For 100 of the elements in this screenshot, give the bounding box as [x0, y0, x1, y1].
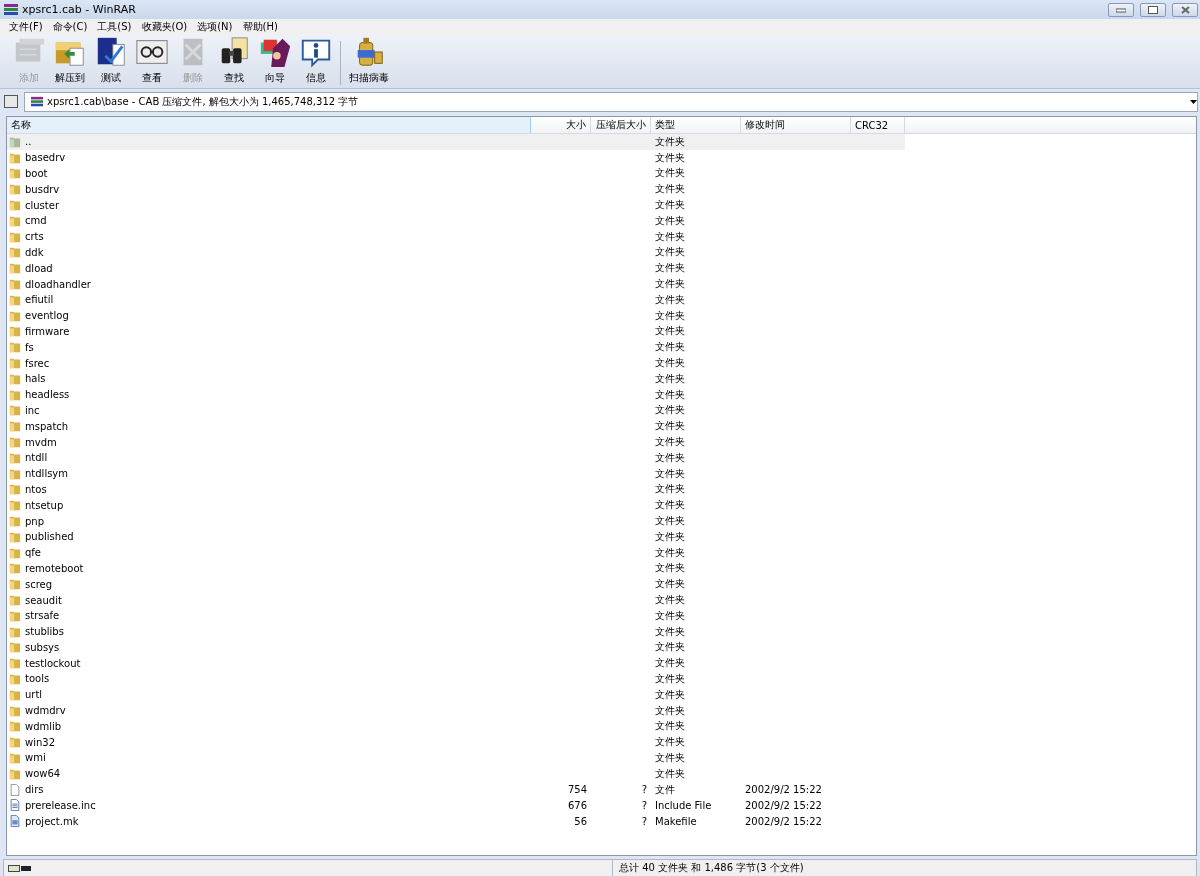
folder-icon: [9, 230, 21, 243]
size-cell: 676: [567, 799, 587, 811]
file-name[interactable]: eventlog: [7, 307, 531, 324]
toolbar-button[interactable]: 测试: [90, 35, 131, 85]
file-name[interactable]: remoteboot: [7, 560, 531, 577]
column-header[interactable]: 压缩后大小: [591, 117, 651, 133]
type-cell: 文件夹: [655, 182, 685, 197]
file-name[interactable]: firmware: [7, 323, 531, 340]
file-name[interactable]: project.mk: [7, 813, 531, 830]
type-cell: 文件夹: [655, 356, 685, 371]
toolbar-button[interactable]: 解压到: [49, 35, 90, 85]
file-name[interactable]: ..: [7, 134, 531, 150]
menu-item[interactable]: 收藏夹(O): [136, 20, 193, 34]
file-name[interactable]: cmd: [7, 213, 531, 229]
folder-icon: [9, 467, 21, 480]
packed-size-cell: ?: [641, 784, 647, 796]
file-name[interactable]: urtl: [7, 686, 531, 703]
folder-icon: [9, 736, 21, 749]
file-name[interactable]: basedrv: [7, 149, 531, 166]
file-name[interactable]: dloadhandler: [7, 276, 531, 292]
file-name[interactable]: strsafe: [7, 607, 531, 624]
file-name[interactable]: subsys: [7, 639, 531, 656]
toolbar-button[interactable]: 查看: [131, 35, 172, 85]
archive-stack-icon: [4, 2, 18, 17]
file-name[interactable]: dirs: [7, 781, 531, 798]
file-name[interactable]: efiutil: [7, 291, 531, 308]
file-name[interactable]: wow64: [7, 765, 531, 782]
file-name[interactable]: wdmdrv: [7, 702, 531, 719]
name-text: ..: [25, 136, 32, 148]
up-folder-button[interactable]: [4, 95, 18, 108]
minimize-button[interactable]: [1108, 2, 1134, 17]
type-cell: 文件夹: [655, 577, 685, 592]
menu-item[interactable]: 选项(N): [192, 20, 238, 34]
file-name[interactable]: inc: [7, 402, 531, 419]
file-name[interactable]: headless: [7, 386, 531, 403]
file-name[interactable]: dload: [7, 260, 531, 277]
toolbar-button[interactable]: 查找: [213, 35, 254, 85]
menu-item[interactable]: 命令(C): [47, 20, 93, 34]
file-name[interactable]: screg: [7, 576, 531, 593]
toolbar-button[interactable]: 信息: [295, 35, 336, 85]
folder-icon: [9, 562, 21, 575]
name-text: qfe: [25, 547, 42, 559]
toolbar-button[interactable]: 向导: [254, 35, 295, 85]
maximize-icon: [1148, 5, 1158, 14]
file-name[interactable]: testlockout: [7, 655, 531, 672]
file-name[interactable]: fs: [7, 339, 531, 356]
file-name[interactable]: seaudit: [7, 592, 531, 608]
file-name[interactable]: tools: [7, 671, 531, 687]
dropdown-arrow-icon[interactable]: [1190, 99, 1197, 104]
folder-icon: [9, 688, 21, 701]
file-name[interactable]: qfe: [7, 544, 531, 561]
column-header[interactable]: 名称: [7, 117, 531, 133]
file-name[interactable]: ntos: [7, 481, 531, 498]
maximize-button[interactable]: [1140, 2, 1166, 17]
file-name[interactable]: published: [7, 528, 531, 545]
file-name[interactable]: busdrv: [7, 181, 531, 198]
close-button[interactable]: [1172, 2, 1198, 17]
toolbar-button[interactable]: 扫描病毒: [347, 35, 391, 85]
column-header[interactable]: 修改时间: [741, 117, 851, 133]
type-cell: 文件夹: [655, 198, 685, 213]
file-name[interactable]: fsrec: [7, 355, 531, 371]
file-name[interactable]: wmi: [7, 750, 531, 766]
file-name[interactable]: prerelease.inc: [7, 797, 531, 814]
archive-stack-icon: [31, 95, 43, 108]
type-cell: 文件夹: [655, 371, 685, 386]
path-field[interactable]: xpsrc1.cab\base - CAB 压缩文件, 解包大小为 1,465,748,312 字节: [24, 91, 1198, 112]
type-cell: 文件夹: [655, 277, 685, 292]
selected-row-highlight[interactable]: .. 文件夹: [7, 134, 905, 150]
file-name[interactable]: ntdll: [7, 449, 531, 466]
type-cell: 文件夹: [655, 292, 685, 307]
type-cell: 文件夹: [655, 735, 685, 750]
type-cell: 文件夹: [655, 561, 685, 576]
name-text: crts: [25, 231, 44, 243]
file-name[interactable]: win32: [7, 734, 531, 751]
file-name[interactable]: mspatch: [7, 418, 531, 435]
folder-icon: [9, 262, 21, 275]
column-header[interactable]: CRC32: [851, 117, 905, 133]
name-text: boot: [25, 168, 48, 179]
file-name[interactable]: boot: [7, 165, 531, 182]
minimize-icon: [1116, 6, 1126, 13]
menu-item[interactable]: 帮助(H): [237, 20, 283, 34]
type-cell: Makefile: [655, 815, 697, 827]
file-name[interactable]: wdmlib: [7, 718, 531, 735]
name-text: wdmdrv: [25, 705, 66, 717]
column-header[interactable]: 大小: [531, 117, 591, 133]
file-name[interactable]: mvdm: [7, 434, 531, 450]
menu-item[interactable]: 工具(S): [92, 20, 137, 34]
type-cell: 文件夹: [655, 593, 685, 607]
file-name[interactable]: ddk: [7, 244, 531, 261]
folder-icon: [9, 278, 21, 291]
file-name[interactable]: pnp: [7, 513, 531, 529]
file-name[interactable]: ntsetup: [7, 497, 531, 514]
file-name[interactable]: ntdllsym: [7, 465, 531, 482]
column-header[interactable]: 类型: [651, 117, 741, 133]
file-name[interactable]: crts: [7, 228, 531, 245]
type-cell: 文件夹: [655, 229, 685, 244]
file-name[interactable]: hals: [7, 370, 531, 387]
menu-item[interactable]: 文件(F): [4, 20, 48, 34]
file-name[interactable]: cluster: [7, 197, 531, 213]
file-name[interactable]: stublibs: [7, 623, 531, 640]
